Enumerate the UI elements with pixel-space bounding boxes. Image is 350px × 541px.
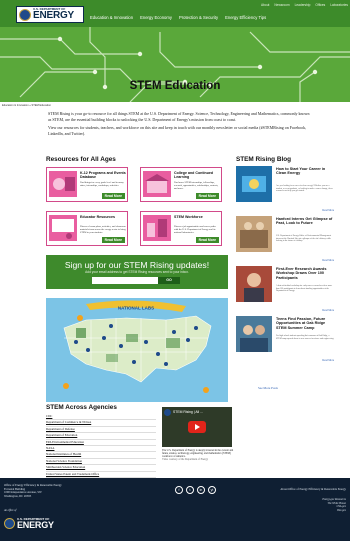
main-nav-security[interactable]: Protection & Security [179, 15, 218, 20]
card-description: Find things for every grade level and in… [80, 181, 124, 187]
agencies-heading: STEM Across Agencies [46, 404, 117, 411]
doe-seal-icon [4, 518, 15, 529]
card-description: Discover job opportunities and career pa… [174, 225, 216, 234]
us-map-image: NATIONAL LABS [46, 298, 228, 402]
blog-read-more-link[interactable]: Read More [322, 209, 334, 212]
map-banner-text: NATIONAL LABS [118, 306, 154, 311]
youtube-icon[interactable]: yt [208, 486, 216, 494]
card-description: Find more STEM internships, fellowships,… [174, 181, 219, 190]
read-more-button[interactable]: Read More [195, 237, 219, 243]
resource-card-college[interactable]: College and Continued Learning Find more… [140, 167, 222, 202]
blog-post[interactable]: First-Ever Research Awards Workshop Draw… [236, 266, 334, 314]
college-thumbnail-image [143, 171, 171, 197]
footer-address: Office of Energy Efficiency & Renewable … [4, 483, 84, 498]
footer-about-link[interactable]: About Office of Energy Efficiency & Rene… [280, 487, 346, 491]
card-title: College and Continued Learning [174, 171, 214, 179]
blog-post-title[interactable]: Teens Find Passion, Future Opportunities… [276, 317, 334, 330]
blog-read-more-link[interactable]: Read More [322, 259, 334, 262]
signup-subtitle: Add your email address to get STEM Risin… [85, 270, 189, 274]
educator-thumbnail-image [49, 215, 77, 241]
top-bar: U.S. DEPARTMENT OF ENERGY About Newsroom… [0, 0, 350, 27]
card-description: Discover lesson plans, activities, and c… [80, 225, 126, 234]
intro-text: STEM Rising is your go-to resource for a… [48, 111, 310, 139]
resource-card-workforce[interactable]: STEM Workforce Discover job opportunitie… [140, 211, 222, 246]
footer-links: Energy.gov Resources The White House USA… [322, 498, 346, 512]
footer-logo-big-text: ENERGY [17, 519, 54, 530]
footer-part-of: An office of [4, 509, 17, 512]
breadcrumb[interactable]: Education & Innovation » STEM Education [2, 104, 51, 107]
national-labs-map[interactable]: NATIONAL LABS [46, 298, 228, 402]
resources-heading: Resources for All Ages [46, 156, 116, 163]
blog-post-image [236, 166, 272, 202]
read-more-button[interactable]: Read More [101, 193, 125, 199]
facebook-icon[interactable]: f [175, 486, 183, 494]
footer-link[interactable]: Vote.gov [322, 509, 346, 513]
util-nav-leadership[interactable]: Leadership [295, 3, 311, 7]
see-more-posts-link[interactable]: See More Posts [258, 386, 278, 390]
linkedin-icon[interactable]: in [197, 486, 205, 494]
util-nav-about[interactable]: About [261, 3, 269, 7]
blog-post[interactable]: Hanford Interns Get Glimpse of Past, Loo… [236, 216, 334, 264]
social-links: f t in yt [175, 486, 216, 494]
blog-post-title[interactable]: How to Start Your Career in Clean Energy [276, 167, 334, 176]
blog-post-excerpt: U.S. Department of Energy Office of Envi… [276, 235, 332, 243]
page-title: STEM Education [129, 80, 221, 92]
util-nav-laboratories[interactable]: Laboratories [330, 3, 348, 7]
newsletter-signup: Sign up for our STEM Rising updates! Add… [46, 255, 228, 289]
doe-logo[interactable]: U.S. DEPARTMENT OF ENERGY [16, 6, 84, 23]
video-caption-source: Video courtesy of the Department of Ener… [162, 458, 209, 462]
blog-post-title[interactable]: First-Ever Research Awards Workshop Draw… [276, 267, 334, 280]
agency-list: CDC Department of Commerce & NOAA Depart… [46, 414, 156, 479]
go-button[interactable]: GO [158, 277, 180, 284]
k12-thumbnail-image [49, 171, 77, 197]
util-nav-newsroom[interactable]: Newsroom [274, 3, 289, 7]
blog-post-image [236, 216, 272, 252]
channel-avatar [164, 409, 171, 416]
video-title: STEM Rising | All ... [173, 410, 203, 414]
video-caption-text: The U.S. Department of Energy is deeply … [162, 449, 234, 459]
blog-post-excerpt: For high school students spending their … [276, 335, 334, 340]
util-nav-offices[interactable]: Offices [315, 3, 325, 7]
main-nav-education[interactable]: Education & Innovation [90, 15, 133, 20]
card-title: K-12 Programs and Events Database [80, 171, 126, 179]
read-more-button[interactable]: Read More [101, 237, 125, 243]
workforce-thumbnail-image [143, 215, 171, 241]
intro-paragraph-1: STEM Rising is your go-to resource for a… [48, 111, 310, 122]
main-nav: Education & Innovation Energy Economy Pr… [90, 15, 266, 20]
video-player[interactable]: STEM Rising | All ... [162, 407, 232, 447]
blog-post-image [236, 316, 272, 352]
logo-big-text: ENERGY [33, 10, 75, 21]
play-button-icon[interactable] [188, 421, 206, 433]
resource-card-k12[interactable]: K-12 Programs and Events Database Find t… [46, 167, 128, 202]
card-title: STEM Workforce [174, 215, 203, 219]
card-title: Educator Resources [80, 215, 115, 219]
blog-post[interactable]: How to Start Your Career in Clean Energy… [236, 166, 334, 214]
video-caption: The U.S. Department of Energy is deeply … [162, 449, 234, 461]
footer: Office of Energy Efficiency & Renewable … [0, 478, 350, 541]
blog-post[interactable]: Teens Find Passion, Future Opportunities… [236, 316, 334, 364]
read-more-button[interactable]: Read More [195, 193, 219, 199]
blog-post-excerpt: Are you looking for a career in clean en… [276, 185, 333, 193]
blog-post-image [236, 266, 272, 302]
signup-title: Sign up for our STEM Rising updates! [64, 260, 210, 270]
main-nav-efficiency[interactable]: Energy Efficiency Tips [225, 15, 266, 20]
main-nav-economy[interactable]: Energy Economy [140, 15, 172, 20]
blog-heading: STEM Rising Blog [236, 156, 292, 163]
resource-card-educator[interactable]: Educator Resources Discover lesson plans… [46, 211, 128, 246]
blog-read-more-link[interactable]: Read More [322, 309, 334, 312]
intro-paragraph-2: View our resources for students, teacher… [48, 125, 307, 136]
blog-post-title[interactable]: Hanford Interns Get Glimpse of Past, Loo… [276, 217, 334, 226]
footer-address-line: Washington, DC 20585 [4, 493, 32, 498]
utility-nav: About Newsroom Leadership Offices Labora… [261, 3, 348, 7]
blog-read-more-link[interactable]: Read More [322, 359, 334, 362]
twitter-icon[interactable]: t [186, 486, 194, 494]
blog-post-excerpt: A first-of-its-kind workshop for early-c… [276, 285, 333, 293]
footer-doe-logo[interactable]: U.S. DEPARTMENT OF ENERGY [4, 515, 60, 532]
email-field[interactable] [92, 277, 158, 284]
doe-seal-icon [19, 8, 31, 21]
page: U.S. DEPARTMENT OF ENERGY About Newsroom… [0, 0, 350, 541]
